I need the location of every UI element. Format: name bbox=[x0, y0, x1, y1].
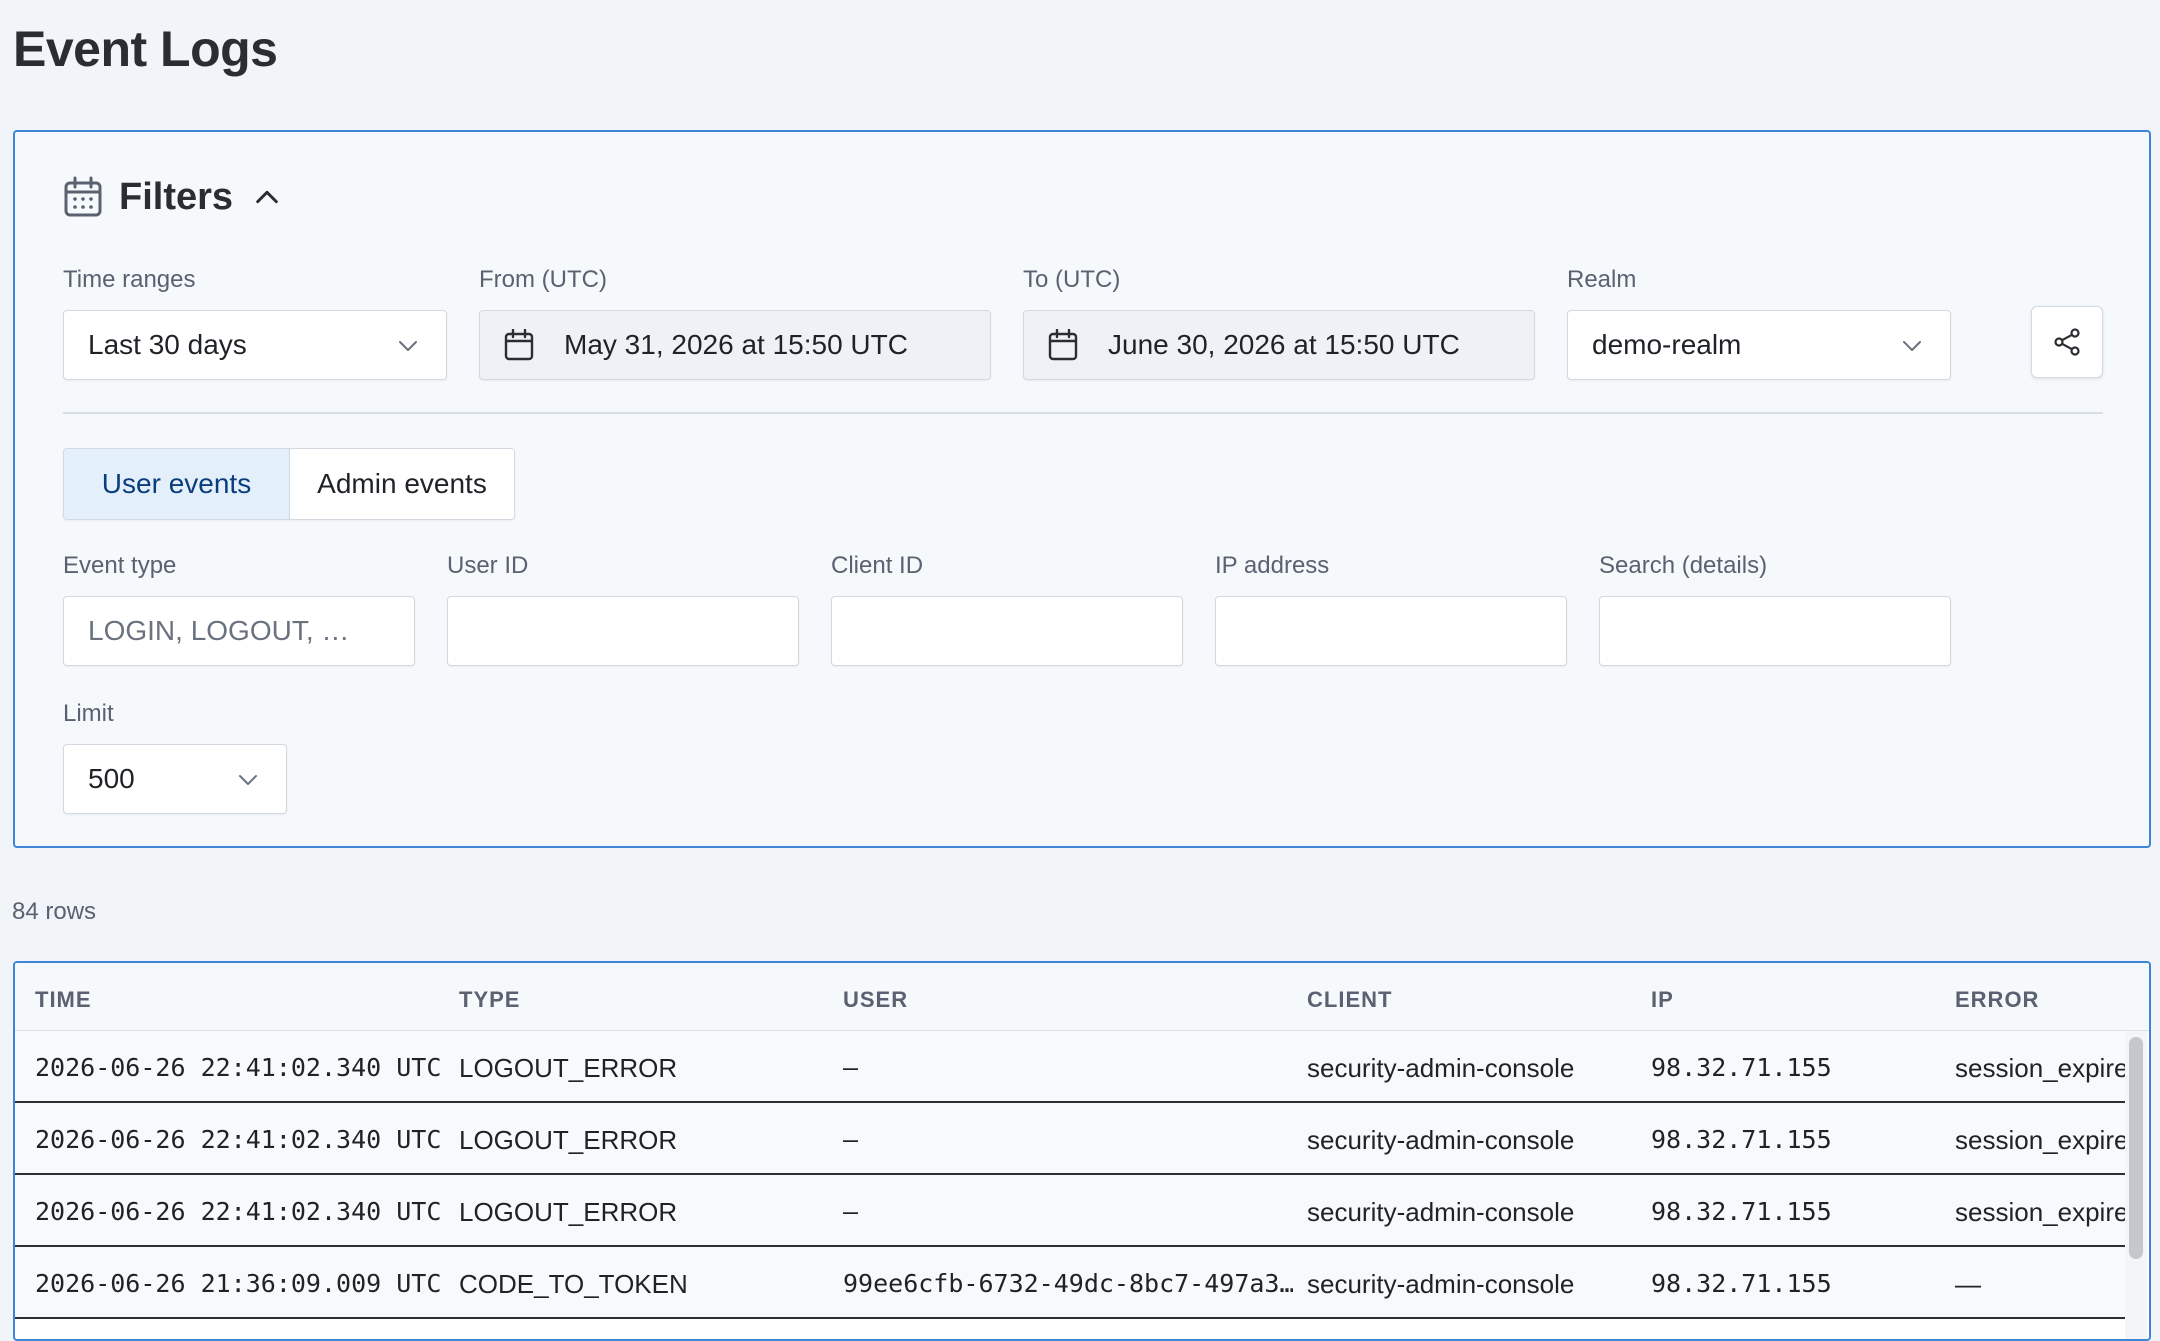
cell-user: — bbox=[843, 1053, 859, 1082]
chevron-down-icon bbox=[1903, 341, 1921, 351]
table-row[interactable]: 2026-06-26 22:41:02.340 UTC LOGOUT_ERROR… bbox=[15, 1175, 2125, 1247]
filters-toggle[interactable]: Filters bbox=[63, 172, 281, 222]
cell-type: CODE_TO_TOKEN bbox=[459, 1269, 688, 1299]
from-label: From (UTC) bbox=[479, 266, 607, 293]
to-date-field[interactable]: June 30, 2026 at 15:50 UTC bbox=[1023, 310, 1535, 380]
client-id-field[interactable] bbox=[831, 596, 1183, 666]
cell-time: 2026-06-26 22:41:02.340 UTC bbox=[35, 1053, 442, 1082]
ip-address-input[interactable] bbox=[1216, 597, 1566, 665]
from-date-field[interactable]: May 31, 2026 at 15:50 UTC bbox=[479, 310, 991, 380]
filters-title: Filters bbox=[119, 175, 234, 218]
cell-error: session_expired bbox=[1955, 1053, 2125, 1083]
column-header-time[interactable]: TIME bbox=[35, 987, 92, 1013]
chevron-down-icon bbox=[239, 775, 257, 785]
cell-ip: 98.32.71.155 bbox=[1651, 1197, 1832, 1226]
share-icon bbox=[2054, 328, 2080, 356]
cell-error: — bbox=[1955, 1269, 1981, 1299]
rows-count: 84 rows bbox=[12, 898, 97, 925]
client-id-input[interactable] bbox=[832, 597, 1182, 665]
table-scrollbar-thumb[interactable] bbox=[2129, 1037, 2143, 1259]
search-details-label: Search (details) bbox=[1599, 552, 1768, 579]
event-kind-tabs: User events Admin events bbox=[63, 448, 515, 520]
limit-select[interactable]: 500 bbox=[63, 744, 287, 814]
column-header-error[interactable]: ERROR bbox=[1955, 987, 2039, 1013]
cell-client: security-admin-console bbox=[1307, 1269, 1575, 1299]
time-ranges-select[interactable]: Last 30 days bbox=[63, 310, 447, 380]
page-title: Event Logs bbox=[13, 21, 278, 77]
table-row[interactable]: 2026-06-26 22:41:02.340 UTC LOGOUT_ERROR… bbox=[15, 1031, 2125, 1103]
table-row[interactable]: 2026-06-26 22:41:02.340 UTC LOGOUT_ERROR… bbox=[15, 1103, 2125, 1175]
realm-value: demo-realm bbox=[1592, 329, 1742, 360]
calendar-icon bbox=[1048, 329, 1078, 361]
user-id-field[interactable] bbox=[447, 596, 799, 666]
event-type-input[interactable] bbox=[64, 597, 414, 665]
user-id-label: User ID bbox=[447, 552, 529, 579]
cell-ip: 98.32.71.155 bbox=[1651, 1269, 1832, 1298]
cell-time: 2026-06-26 22:41:02.340 UTC bbox=[35, 1125, 442, 1154]
tab-admin-events[interactable]: Admin events bbox=[290, 449, 514, 519]
cell-client: security-admin-console bbox=[1307, 1197, 1575, 1227]
chevron-down-icon bbox=[399, 341, 417, 351]
realm-select[interactable]: demo-realm bbox=[1567, 310, 1951, 380]
cell-time: 2026-06-26 22:41:02.340 UTC bbox=[35, 1197, 442, 1226]
search-details-input[interactable] bbox=[1600, 597, 1950, 665]
cell-type: LOGOUT_ERROR bbox=[459, 1053, 678, 1083]
calendar-icon bbox=[64, 176, 102, 217]
filters-panel: Filters Time ranges Last 30 days From (U… bbox=[13, 130, 2151, 848]
time-ranges-value: Last 30 days bbox=[88, 329, 247, 360]
time-ranges-label: Time ranges bbox=[63, 266, 196, 293]
cell-ip: 98.32.71.155 bbox=[1651, 1125, 1832, 1154]
event-type-label: Event type bbox=[63, 552, 177, 579]
event-type-field[interactable] bbox=[63, 596, 415, 666]
table-row[interactable]: 2026-06-26 21:36:09.009 UTC CODE_TO_TOKE… bbox=[15, 1247, 2125, 1319]
cell-user: — bbox=[843, 1125, 859, 1154]
chevron-up-icon bbox=[256, 190, 278, 204]
cell-error: session_expired bbox=[1955, 1125, 2125, 1155]
filters-divider bbox=[63, 412, 2103, 414]
ip-address-field[interactable] bbox=[1215, 596, 1567, 666]
to-label: To (UTC) bbox=[1023, 266, 1121, 293]
tab-user-events[interactable]: User events bbox=[64, 449, 290, 519]
column-header-type[interactable]: TYPE bbox=[459, 987, 520, 1013]
cell-type: LOGOUT_ERROR bbox=[459, 1125, 678, 1155]
column-header-ip[interactable]: IP bbox=[1651, 987, 1674, 1013]
from-date-value: May 31, 2026 at 15:50 UTC bbox=[564, 329, 908, 360]
limit-value: 500 bbox=[88, 763, 135, 794]
client-id-label: Client ID bbox=[831, 552, 924, 579]
share-button[interactable] bbox=[2031, 306, 2103, 378]
cell-type: LOGOUT_ERROR bbox=[459, 1197, 678, 1227]
cell-client: security-admin-console bbox=[1307, 1125, 1575, 1155]
to-date-value: June 30, 2026 at 15:50 UTC bbox=[1108, 329, 1460, 360]
cell-error: session_expired bbox=[1955, 1197, 2125, 1227]
cell-client: security-admin-console bbox=[1307, 1053, 1575, 1083]
column-header-client[interactable]: CLIENT bbox=[1307, 987, 1392, 1013]
cell-user: 99ee6cfb-6732-49dc-8bc7-497a3… bbox=[843, 1269, 1293, 1298]
user-id-input[interactable] bbox=[448, 597, 798, 665]
events-table: TIME TYPE USER CLIENT IP ERROR 2026-06-2… bbox=[13, 961, 2151, 1341]
cell-user: — bbox=[843, 1197, 859, 1226]
search-details-field[interactable] bbox=[1599, 596, 1951, 666]
limit-label: Limit bbox=[63, 700, 114, 727]
cell-time: 2026-06-26 21:36:09.009 UTC bbox=[35, 1269, 442, 1298]
table-header: TIME TYPE USER CLIENT IP ERROR bbox=[15, 963, 2149, 1031]
ip-address-label: IP address bbox=[1215, 552, 1330, 579]
calendar-icon bbox=[504, 329, 534, 361]
cell-ip: 98.32.71.155 bbox=[1651, 1053, 1832, 1082]
realm-label: Realm bbox=[1567, 266, 1637, 293]
column-header-user[interactable]: USER bbox=[843, 987, 908, 1013]
